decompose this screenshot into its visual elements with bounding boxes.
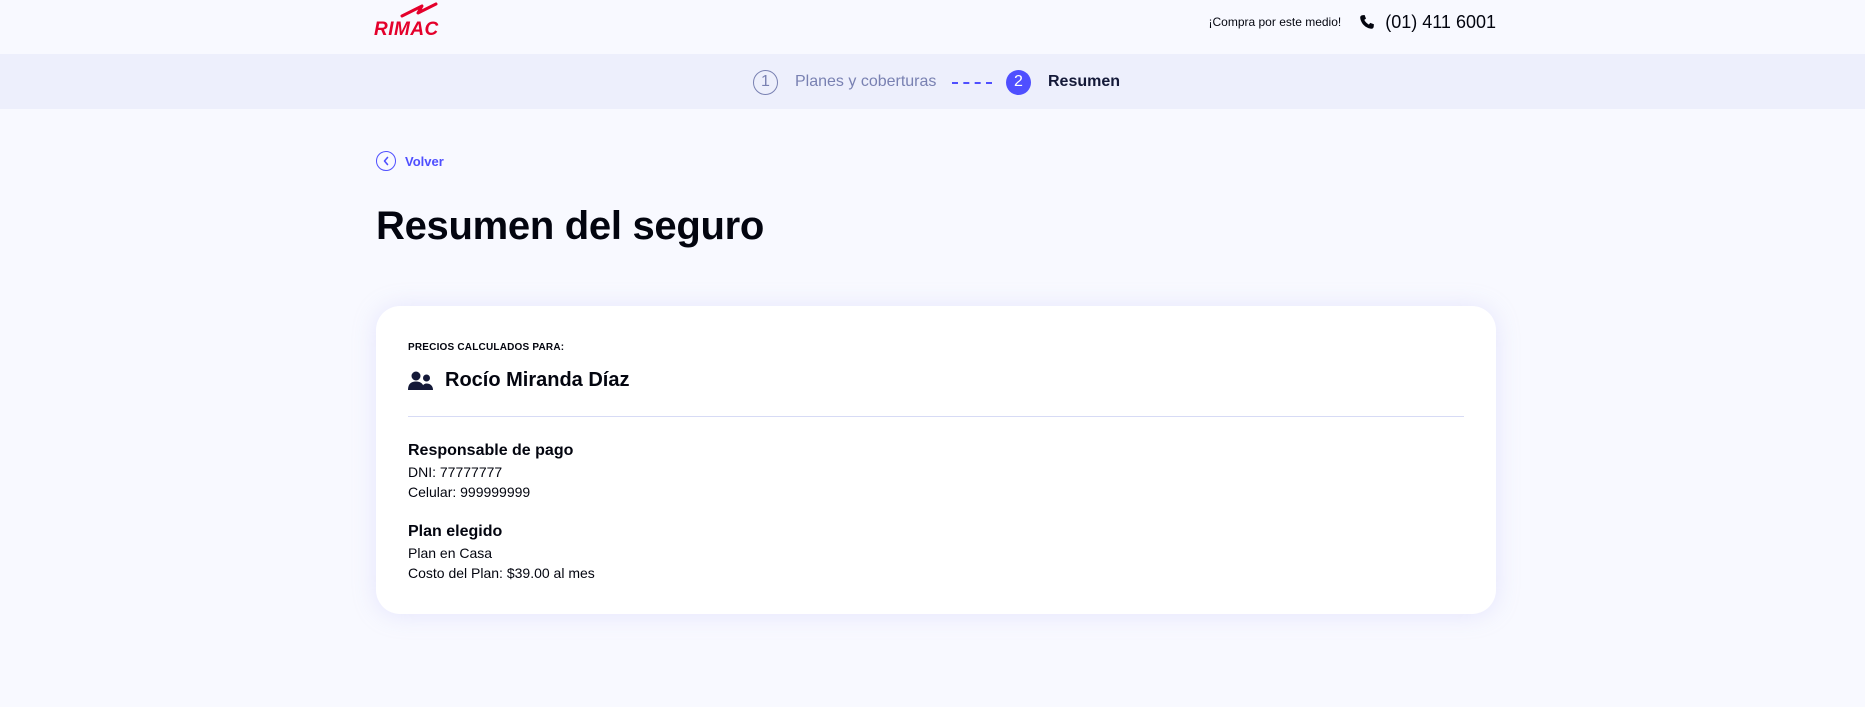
back-button[interactable]: Volver xyxy=(376,151,444,171)
step-planes[interactable]: 1 Planes y coberturas xyxy=(753,69,937,95)
users-icon xyxy=(408,371,434,391)
back-label: Volver xyxy=(405,153,444,169)
divider xyxy=(408,416,1464,417)
phone-number-link[interactable]: (01) 411 6001 xyxy=(1385,12,1496,33)
step-number: 2 xyxy=(1006,69,1031,95)
plan-name: Plan en Casa xyxy=(408,545,493,561)
step-separator xyxy=(952,82,992,84)
rimac-logo[interactable]: RIMAC xyxy=(374,0,452,40)
promo-text: ¡Compra por este medio! xyxy=(1208,15,1342,29)
header-contact: ¡Compra por este medio! (01) 411 6001 xyxy=(1209,11,1497,33)
phone-icon xyxy=(1359,14,1375,30)
page-title: Resumen del seguro xyxy=(376,204,765,248)
section-title: Plan elegido xyxy=(408,523,503,540)
payer-phone: Celular: 999999999 xyxy=(408,484,531,500)
payer-section: Responsable de pago DNI: 77777777 Celula… xyxy=(408,442,573,500)
section-title: Responsable de pago xyxy=(408,442,574,459)
plan-cost: Costo del Plan: $39.00 al mes xyxy=(408,565,595,581)
step-resumen: 2 Resumen xyxy=(1006,69,1121,95)
summary-caption: PRECIOS CALCULADOS PARA: xyxy=(408,342,565,353)
step-label: Planes y coberturas xyxy=(795,73,937,90)
insured-name: Rocío Miranda Díaz xyxy=(445,369,630,391)
plan-section: Plan elegido Plan en Casa Costo del Plan… xyxy=(408,523,595,581)
logo-text: RIMAC xyxy=(374,19,439,40)
insured-user: Rocío Miranda Díaz xyxy=(408,369,629,392)
summary-card: PRECIOS CALCULADOS PARA: Rocío Miranda D… xyxy=(376,306,1496,614)
step-number: 1 xyxy=(753,69,778,95)
checkout-stepper: 1 Planes y coberturas 2 Resumen xyxy=(0,54,1865,109)
step-label: Resumen xyxy=(1048,73,1121,90)
chevron-left-icon xyxy=(376,151,396,171)
payer-dni: DNI: 77777777 xyxy=(408,464,503,480)
top-header: RIMAC ¡Compra por este medio! (01) 411 6… xyxy=(0,0,1865,54)
